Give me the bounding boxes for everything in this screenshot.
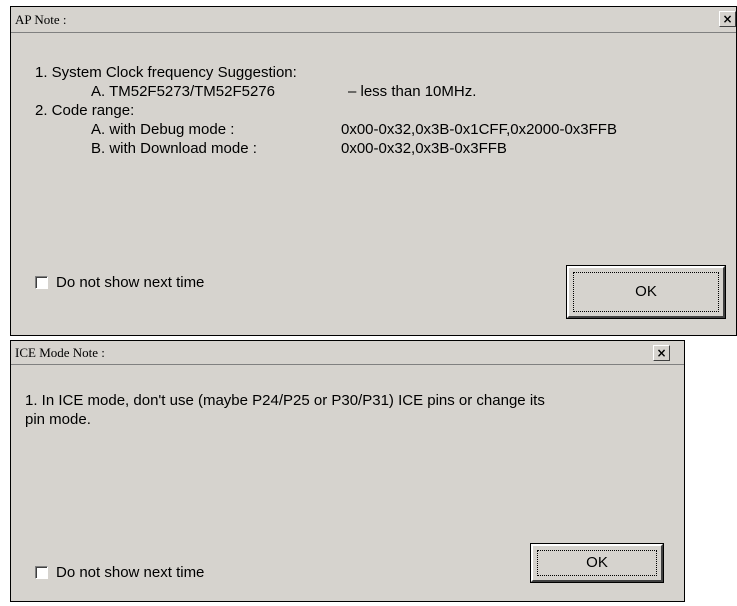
do-not-show-checkbox[interactable]: [35, 276, 48, 289]
ap-note-line: B. with Download mode :: [91, 140, 257, 157]
ap-note-line: 2. Code range:: [35, 102, 135, 119]
ap-note-close-button[interactable]: ×: [719, 11, 736, 27]
ice-note-checkbox-row[interactable]: Do not show next time: [35, 564, 204, 581]
ap-note-dialog: AP Note : × 1. System Clock frequency Su…: [10, 6, 737, 336]
ap-note-line: A. with Debug mode :: [91, 121, 235, 138]
ice-note-line: pin mode.: [25, 411, 91, 428]
ap-note-checkbox-row[interactable]: Do not show next time: [35, 274, 204, 291]
ap-note-title: AP Note :: [15, 12, 67, 27]
ap-note-titlebar[interactable]: AP Note :: [11, 7, 736, 33]
close-icon: ×: [722, 12, 733, 26]
ice-note-line: 1. In ICE mode, don't use (maybe P24/P25…: [25, 392, 545, 409]
ok-label: OK: [635, 283, 657, 300]
ap-note-line: – less than 10MHz.: [348, 83, 477, 100]
ap-note-ok-button[interactable]: OK: [566, 265, 726, 319]
ice-note-titlebar[interactable]: ICE Mode Note :: [11, 341, 684, 365]
do-not-show-checkbox[interactable]: [35, 566, 48, 579]
ice-note-title: ICE Mode Note :: [15, 345, 105, 360]
close-icon: ×: [656, 346, 667, 360]
do-not-show-label: Do not show next time: [56, 564, 205, 581]
ap-note-line: 0x00-0x32,0x3B-0x1CFF,0x2000-0x3FFB: [341, 121, 617, 138]
ap-note-line: A. TM52F5273/TM52F5276: [91, 83, 275, 100]
ice-note-ok-button[interactable]: OK: [530, 543, 664, 583]
ap-note-line: 1. System Clock frequency Suggestion:: [35, 64, 297, 81]
ice-mode-note-dialog: ICE Mode Note : × 1. In ICE mode, don't …: [10, 340, 685, 602]
ap-note-line: 0x00-0x32,0x3B-0x3FFB: [341, 140, 507, 157]
ice-note-close-button[interactable]: ×: [653, 345, 670, 361]
ok-label: OK: [586, 554, 608, 571]
do-not-show-label: Do not show next time: [56, 274, 205, 291]
